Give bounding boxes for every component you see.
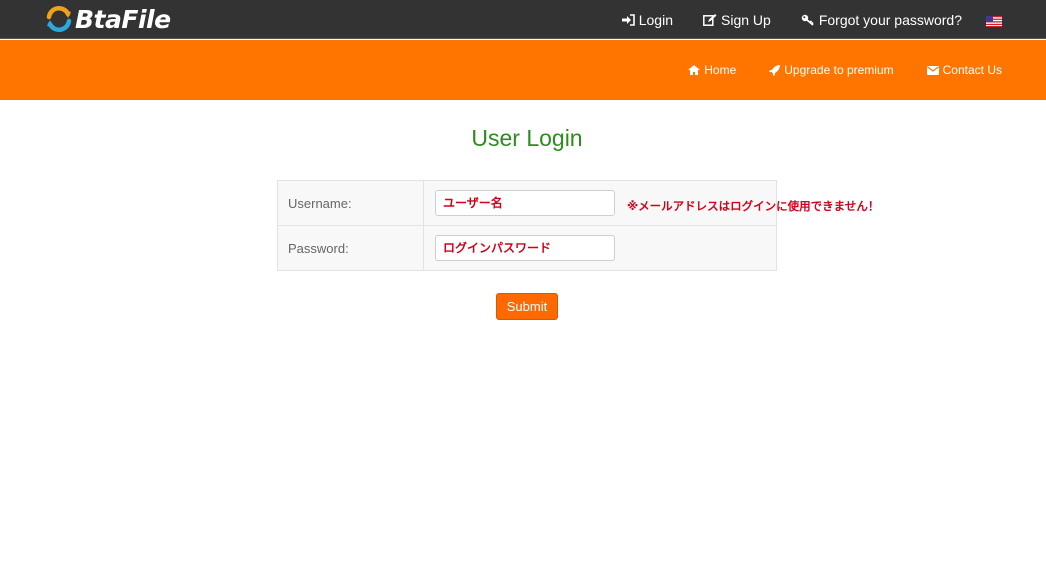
username-label: Username: [278,181,424,225]
login-link[interactable]: Login [621,11,673,28]
upgrade-premium-label: Upgrade to premium [784,63,894,77]
upgrade-premium-link[interactable]: Upgrade to premium [769,63,894,77]
password-input[interactable] [435,235,615,261]
contact-us-link[interactable]: Contact Us [926,63,1002,77]
secondary-nav: Home Upgrade to premium Contact Us [655,40,1002,100]
home-icon [688,65,701,75]
forgot-password-label: Forgot your password? [818,11,962,28]
password-input-cell [424,226,776,270]
signup-link-label: Sign Up [721,11,771,28]
home-link-label: Home [704,63,737,77]
contact-us-label: Contact Us [942,63,1002,77]
sign-in-icon [621,13,635,26]
home-link[interactable]: Home [688,63,736,77]
refresh-logo-icon [46,6,72,32]
page-title: User Login [471,125,583,151]
login-form: Username: Password: [277,180,777,271]
key-icon [801,14,814,26]
rocket-icon [769,64,781,76]
us-flag-icon[interactable] [986,14,1002,27]
edit-icon [703,13,717,26]
top-bar: BtaFile Login Sign Up Forgot your passwo… [0,0,1046,39]
username-input[interactable] [435,190,615,216]
username-hint: ※メールアドレスはログインに使用できません！ [627,199,880,213]
submit-button[interactable]: Submit [496,293,558,320]
site-logo[interactable]: BtaFile [44,3,171,35]
brand-name: BtaFile [75,4,171,34]
password-row: Password: [278,226,776,270]
envelope-icon [926,65,939,75]
login-link-label: Login [638,11,673,28]
secondary-nav-bar: Home Upgrade to premium Contact Us [0,40,1046,100]
forgot-password-link[interactable]: Forgot your password? [801,12,962,28]
signup-link[interactable]: Sign Up [703,12,771,28]
top-nav: Login Sign Up Forgot your password? [592,0,1046,39]
password-label: Password: [278,226,424,270]
